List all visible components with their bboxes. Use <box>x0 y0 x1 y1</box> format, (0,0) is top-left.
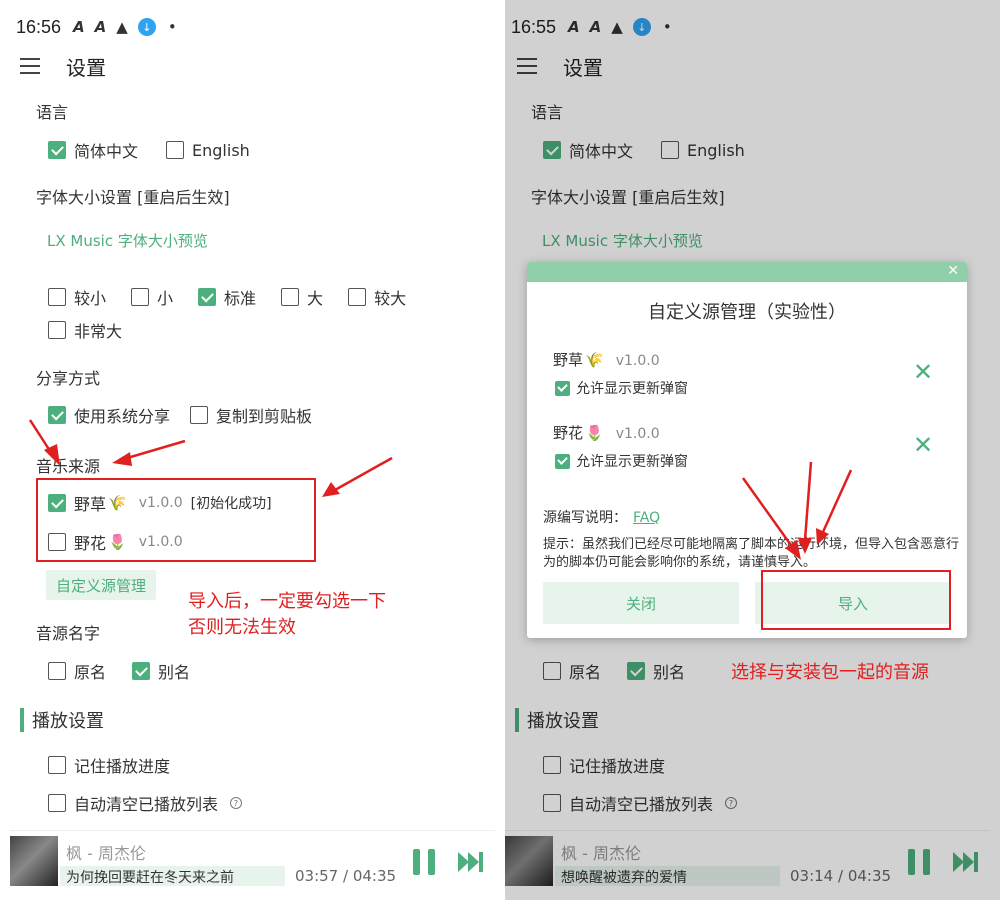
dialog-tip: 提示：虽然我们已经尽可能地隔离了脚本的运行环境，但导入包含恶意行为的脚本仍可能会… <box>543 537 960 570</box>
status-time: 16:56 <box>16 16 62 37</box>
music-source-label: 音乐来源 <box>36 457 101 476</box>
checkbox[interactable] <box>132 662 151 680</box>
checkbox[interactable] <box>48 288 66 306</box>
checkbox[interactable] <box>555 453 570 469</box>
font-size-option-larger[interactable]: 较大 <box>348 285 406 309</box>
source-name: 野花 <box>553 424 584 442</box>
font-size-option-small[interactable]: 小 <box>131 285 173 309</box>
help-icon[interactable]: ? <box>230 797 243 809</box>
playback-option-remember[interactable]: 记住播放进度 <box>48 753 170 777</box>
section-playback: 播放设置 <box>20 707 104 733</box>
custom-source-manage-button[interactable]: 自定义源管理 <box>46 570 157 600</box>
download-icon: ↓ <box>137 18 156 36</box>
language-option-zh[interactable]: 简体中文 <box>48 138 138 162</box>
source-name-options: 原名 别名 <box>48 659 218 683</box>
checkbox[interactable] <box>48 141 66 159</box>
checkbox[interactable] <box>348 288 367 306</box>
language-option-en[interactable]: English <box>166 141 250 160</box>
remove-source-icon[interactable]: ✕ <box>913 431 933 459</box>
faq-link[interactable]: FAQ <box>633 510 660 526</box>
checkbox[interactable] <box>555 380 570 396</box>
android-icon: ▲ <box>116 18 128 36</box>
notification-a-icon: 𝘼 <box>73 18 85 36</box>
section-marker <box>20 708 24 732</box>
close-icon[interactable]: ✕ <box>947 263 959 279</box>
pause-icon[interactable] <box>413 849 435 875</box>
share-label: 分享方式 <box>36 369 101 388</box>
source-name-option-original[interactable]: 原名 <box>48 659 106 683</box>
allow-update-popup-option[interactable]: 允许显示更新弹窗 <box>555 378 688 398</box>
album-art[interactable] <box>10 836 58 886</box>
annotation-box <box>36 478 316 562</box>
checkbox[interactable] <box>190 406 209 424</box>
share-options: 使用系统分享 复制到剪贴板 <box>48 403 340 427</box>
settings-screen-right: 16:55 𝘼 𝘼 ▲ ↓ • 设置 语言 简体中文 English 字体大小设… <box>505 0 1000 900</box>
close-button[interactable]: 关闭 <box>543 582 739 624</box>
dialog-source-item: 野草 🌾 v1.0.0 <box>553 349 660 370</box>
language-options: 简体中文 English <box>48 138 278 162</box>
lyric-line: 为何挽回要赶在冬天来之前 <box>66 870 234 886</box>
annotation-box <box>761 570 951 630</box>
song-title: 枫 - 周杰伦 <box>66 844 146 863</box>
mini-player[interactable]: 枫 - 周杰伦 为何挽回要赶在冬天来之前 03:57 / 04:35 <box>10 830 495 890</box>
play-time: 03:57 / 04:35 <box>295 867 397 885</box>
source-version: v1.0.0 <box>615 353 660 369</box>
font-size-option-large[interactable]: 大 <box>281 285 323 309</box>
app-bar: 设置 <box>20 52 106 80</box>
annotation-text: 选择与安装包一起的音源 <box>731 662 929 683</box>
font-size-options: 较小 小 标准 大 较大 <box>48 285 406 309</box>
font-size-preview: LX Music 字体大小预览 <box>47 232 208 250</box>
source-name-option-alias[interactable]: 别名 <box>132 659 190 683</box>
checkbox[interactable] <box>48 756 66 774</box>
grass-icon: 🌾 <box>585 351 604 369</box>
allow-update-popup-option[interactable]: 允许显示更新弹窗 <box>555 451 688 471</box>
dialog-title: 自定义源管理（实验性） <box>648 302 846 323</box>
faq-line: 源编写说明： FAQ <box>543 510 661 526</box>
source-name-label: 音源名字 <box>36 624 101 643</box>
checkbox[interactable] <box>48 406 66 424</box>
annotation-text: 导入后，一定要勾选一下 否则无法生效 <box>188 591 386 638</box>
dialog-source-item: 野花 🌷 v1.0.0 <box>553 422 660 443</box>
dot-icon: • <box>167 18 177 36</box>
font-size-option-largest[interactable]: 非常大 <box>48 318 122 342</box>
font-size-label: 字体大小设置 [重启后生效] <box>36 188 230 207</box>
font-size-options-row2: 非常大 <box>48 318 150 342</box>
language-label: 语言 <box>36 103 69 122</box>
source-version: v1.0.0 <box>615 426 660 442</box>
remove-source-icon[interactable]: ✕ <box>913 358 933 386</box>
checkbox[interactable] <box>281 288 300 306</box>
font-size-option-smaller[interactable]: 较小 <box>48 285 106 309</box>
next-icon[interactable] <box>458 852 484 872</box>
flower-icon: 🌷 <box>585 424 604 442</box>
settings-screen-left: 16:56 𝘼 𝘼 ▲ ↓ • 设置 语言 简体中文 English 字体大小设… <box>0 0 495 900</box>
share-option-system[interactable]: 使用系统分享 <box>48 403 170 427</box>
checkbox[interactable] <box>48 794 66 812</box>
notification-a-icon: 𝘼 <box>94 18 107 36</box>
source-name: 野草 <box>553 351 584 369</box>
dialog-header-bar <box>527 262 967 282</box>
status-bar: 16:56 𝘼 𝘼 ▲ ↓ • <box>16 14 187 40</box>
menu-icon[interactable] <box>20 58 40 74</box>
share-option-clipboard[interactable]: 复制到剪贴板 <box>190 403 312 427</box>
checkbox[interactable] <box>166 141 185 159</box>
font-size-option-standard[interactable]: 标准 <box>198 285 256 309</box>
page-title: 设置 <box>66 55 106 80</box>
checkbox[interactable] <box>198 288 217 306</box>
checkbox[interactable] <box>48 321 66 339</box>
checkbox[interactable] <box>48 662 66 680</box>
playback-option-autoclear[interactable]: 自动清空已播放列表 ? <box>48 791 243 815</box>
checkbox[interactable] <box>131 288 150 306</box>
